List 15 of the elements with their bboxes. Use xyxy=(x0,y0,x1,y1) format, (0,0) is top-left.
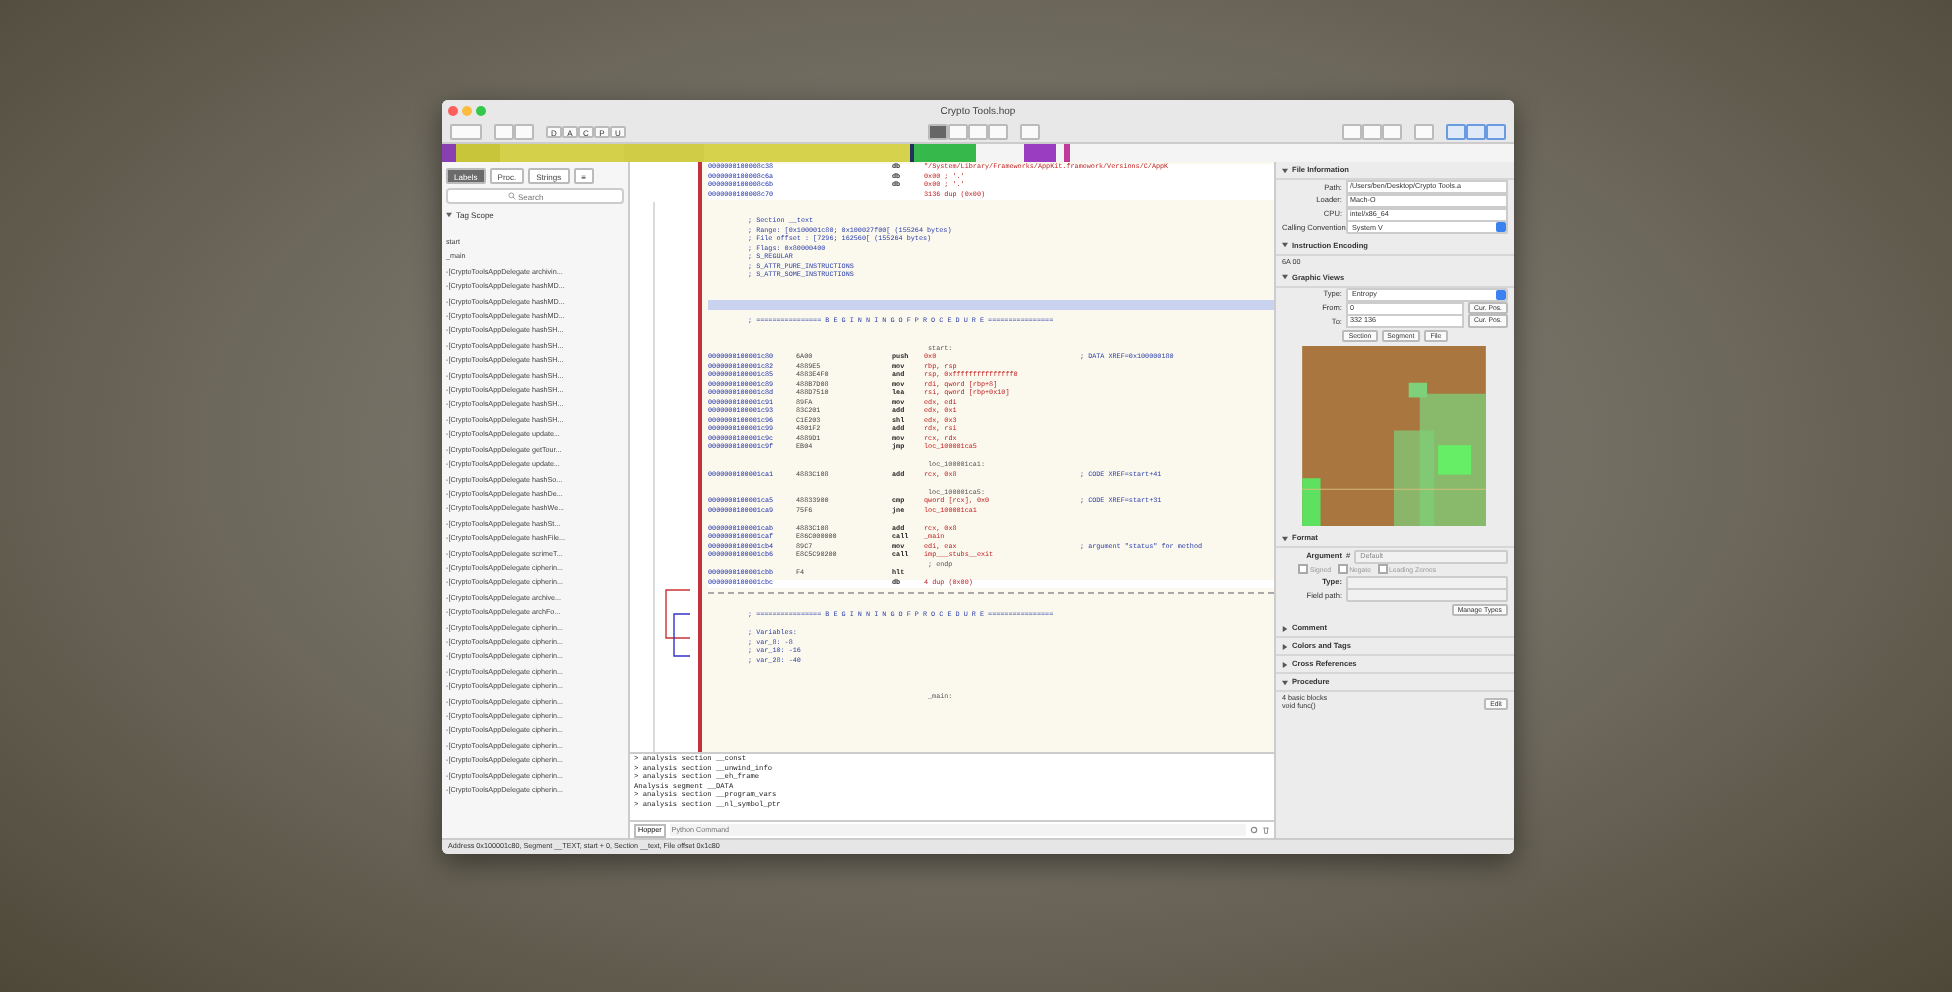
toolbar-button[interactable] xyxy=(1020,124,1040,140)
zoom-button[interactable] xyxy=(476,106,486,116)
disclosure-icon xyxy=(446,212,452,218)
dropdown[interactable] xyxy=(1346,575,1508,590)
back-forward-button[interactable] xyxy=(450,124,482,140)
gear-icon xyxy=(1250,826,1258,834)
minimize-button[interactable] xyxy=(462,106,472,116)
trash-icon xyxy=(1262,826,1270,834)
segment-navigation-bar[interactable] xyxy=(442,144,1514,162)
checkbox[interactable] xyxy=(1377,564,1387,575)
checkbox[interactable] xyxy=(1337,564,1348,575)
close-button[interactable] xyxy=(448,106,458,116)
search-icon xyxy=(508,192,516,200)
checkbox[interactable] xyxy=(1298,564,1308,575)
dropdown[interactable] xyxy=(1346,588,1508,603)
